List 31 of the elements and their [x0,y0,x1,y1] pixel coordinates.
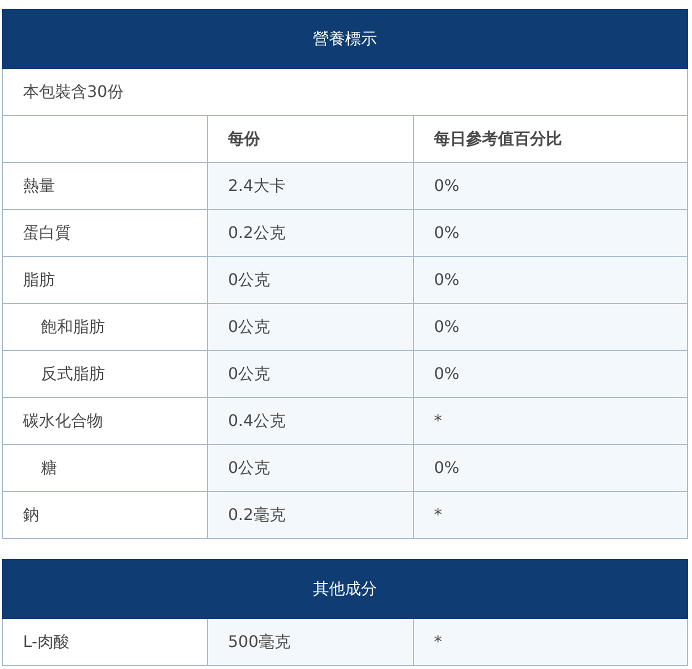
table-cell: 0% [414,304,688,350]
table-cell: 0% [414,350,688,398]
column-header: 每份 [208,116,414,162]
table-cell: * [414,398,688,444]
table-cell: * [414,492,688,538]
table-cell: 0% [414,256,688,304]
table-cell: 0% [414,210,688,256]
table-cell: 2.4大卡 [208,162,414,210]
table-cell: 0公克 [208,350,414,398]
nutrient-name: 碳水化合物 [2,398,208,444]
table-cell: * [414,618,688,666]
nutrient-name: L-肉酸 [2,618,208,666]
table-cell: 0公克 [208,444,414,492]
nutrient-name: 飽和脂肪 [2,304,208,350]
table-cell: 0.2公克 [208,210,414,256]
nutrient-name: 蛋白質 [2,210,208,256]
table-title: 營養標示 [2,10,688,68]
table-cell: 0公克 [208,304,414,350]
nutrient-name: 脂肪 [2,256,208,304]
table-cell: 500毫克 [208,618,414,666]
table-cell: 0% [414,444,688,492]
table-title: 其他成分 [2,560,688,618]
column-header: 每日參考值百分比 [414,116,688,162]
nutrient-name: 糖 [2,444,208,492]
table-cell: 0.2毫克 [208,492,414,538]
table-cell: 0% [414,162,688,210]
nutrient-name: 反式脂肪 [2,350,208,398]
table-cell: 0公克 [208,256,414,304]
nutrient-name: 熱量 [2,162,208,210]
nutrient-name: 鈉 [2,492,208,538]
table-cell: 0.4公克 [208,398,414,444]
